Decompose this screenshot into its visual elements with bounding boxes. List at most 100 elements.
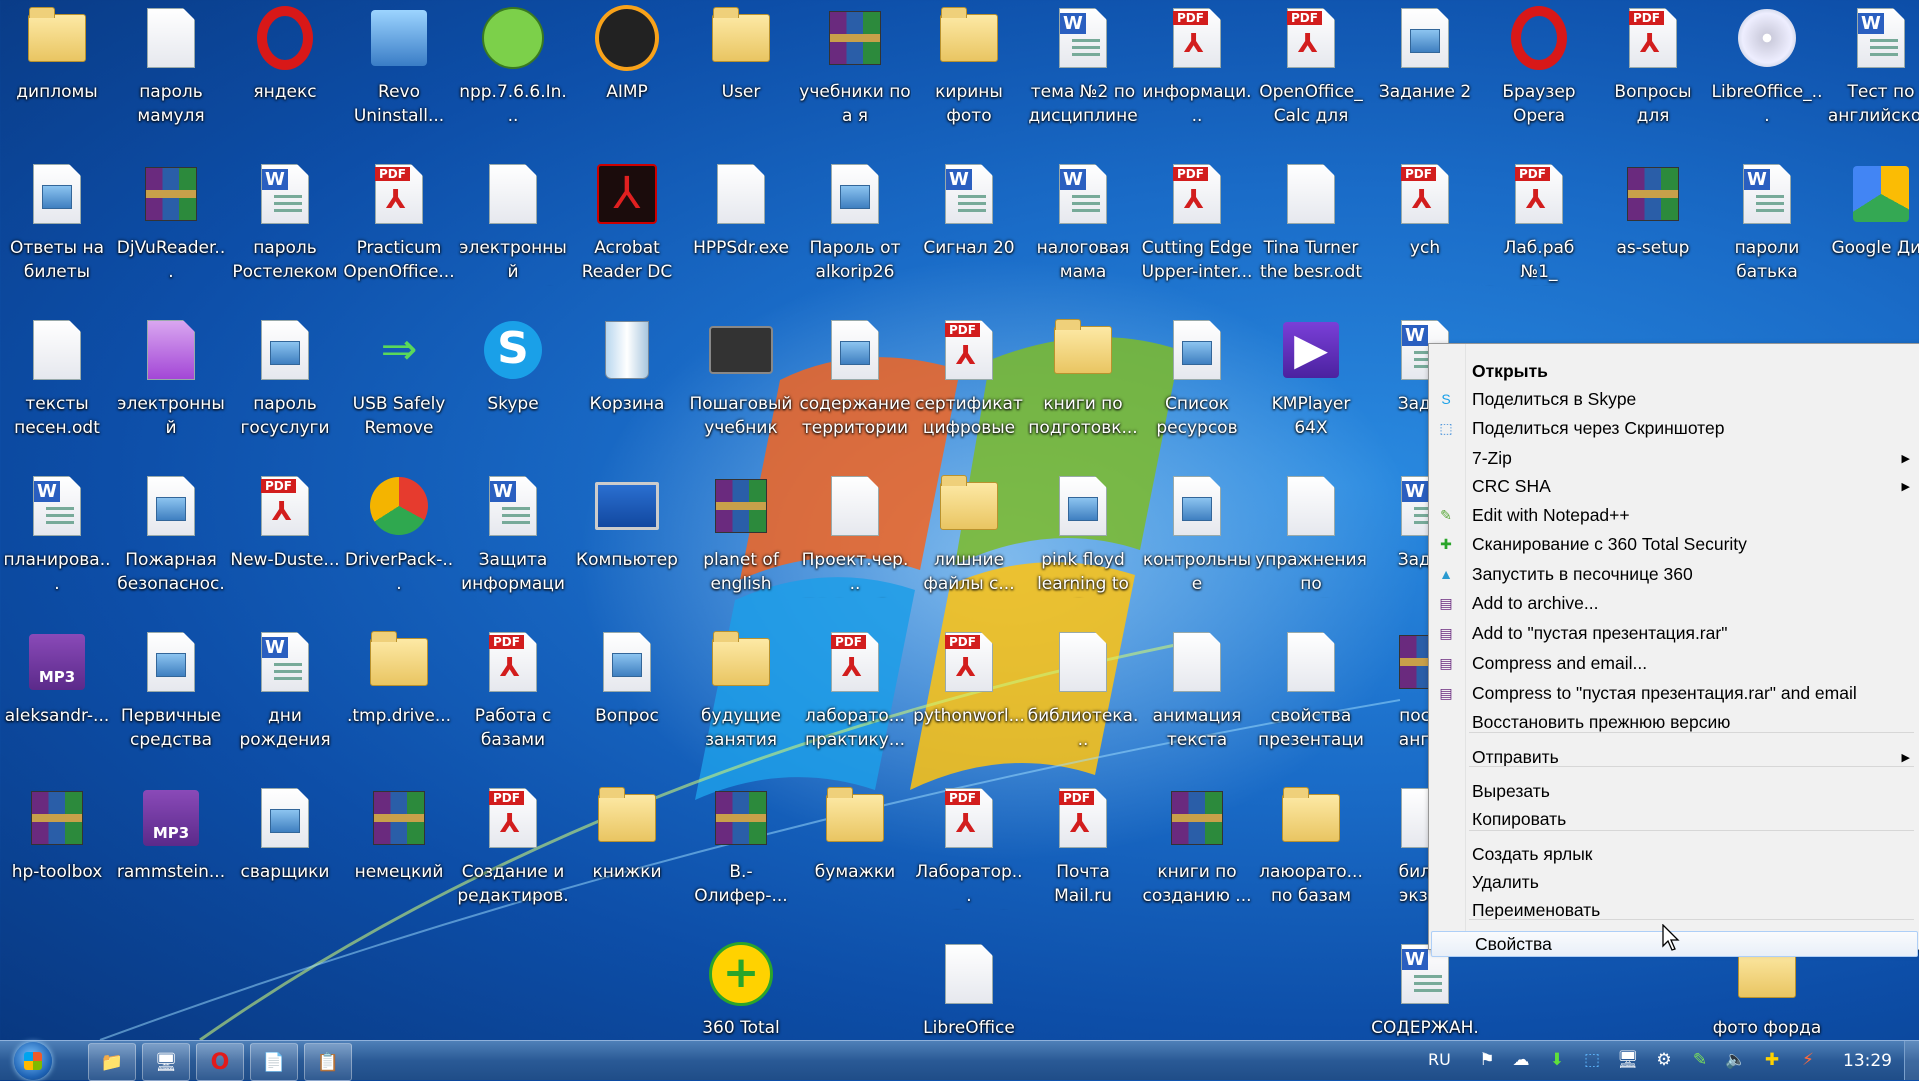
media-center-icon[interactable]: 🖥 xyxy=(142,1043,190,1081)
desktop-icon[interactable]: Cutting Edge Upper-inter... xyxy=(1141,156,1253,306)
desktop-icon[interactable]: электронный журнал xyxy=(115,312,227,462)
context-menu-item[interactable]: ▲ Запустить в песочнице 360 xyxy=(1429,561,1919,587)
desktop-icon[interactable]: Задание 2 xyxy=(1369,0,1481,150)
desktop-icon[interactable]: пароль Ростелеком xyxy=(229,156,341,306)
desktop-icon[interactable]: будущие занятия xyxy=(685,624,797,774)
flag-icon[interactable]: ⚑ xyxy=(1475,1047,1499,1073)
context-menu-item[interactable]: ✎ Edit with Notepad++ xyxy=(1429,502,1919,528)
desktop-icon[interactable]: User xyxy=(685,0,797,150)
desktop-icon[interactable]: pythonworl... xyxy=(913,624,1025,774)
desktop-icon[interactable]: Тест по английском xyxy=(1825,0,1919,150)
context-menu-item[interactable]: Копировать xyxy=(1429,806,1919,832)
desktop-icon[interactable]: pink floyd learning to fly xyxy=(1027,468,1139,618)
desktop-icon[interactable]: planet of english xyxy=(685,468,797,618)
desktop-icon[interactable]: информаци... технологии ... xyxy=(1141,0,1253,150)
desktop-icon[interactable]: Лаб.раб №1_ OpenOffice... xyxy=(1483,156,1595,306)
desktop-icon[interactable]: ⇒ USB Safely Remove xyxy=(343,312,455,462)
clock[interactable]: 13:29 xyxy=(1843,1051,1892,1071)
desktop-icon[interactable]: книги по подготовк... xyxy=(1027,312,1139,462)
desktop-icon[interactable]: MP3 aleksandr-... xyxy=(1,624,113,774)
context-menu-item[interactable]: 7-Zip ▶ xyxy=(1429,445,1919,471)
desktop-icon[interactable]: Tina Turner the besr.odt xyxy=(1255,156,1367,306)
context-menu-item[interactable]: ▤ Add to archive... xyxy=(1429,590,1919,616)
desktop-icon[interactable]: Почта Mail.ru xyxy=(1027,780,1139,930)
desktop-icon[interactable]: свойства презентации xyxy=(1255,624,1367,774)
desktop-icon[interactable]: сертификат цифровые ... xyxy=(913,312,1025,462)
presentation-icon[interactable]: 📋 xyxy=(304,1043,352,1081)
desktop-icon[interactable]: электронный журнал.od... xyxy=(457,156,569,306)
desktop-icon[interactable]: DriverPack-... xyxy=(343,468,455,618)
opera-icon[interactable]: O xyxy=(196,1043,244,1081)
desktop-icon[interactable]: лаборато... практику... xyxy=(799,624,911,774)
desktop-icon[interactable]: ⅄ Acrobat Reader DC xyxy=(571,156,683,306)
desktop-icon[interactable]: пароль мамуля xyxy=(115,0,227,150)
context-menu-item[interactable]: ✚ Сканирование с 360 Total Security xyxy=(1429,531,1919,557)
desktop-icon[interactable]: Revo Uninstall... xyxy=(343,0,455,150)
desktop-icon[interactable]: MP3 rammstein... xyxy=(115,780,227,930)
desktop-icon[interactable]: Первичные средства п... xyxy=(115,624,227,774)
context-menu-item[interactable]: CRC SHA ▶ xyxy=(1429,473,1919,499)
cloud-icon[interactable]: ☁ xyxy=(1509,1047,1533,1073)
desktop-icon[interactable]: Пошаговый учебник со... xyxy=(685,312,797,462)
desktop-icon[interactable]: AIMP xyxy=(571,0,683,150)
desktop-icon[interactable]: Лаборатор... работа 6 Те... xyxy=(913,780,1025,930)
explorer-icon[interactable]: 📁 xyxy=(88,1043,136,1081)
desktop-icon[interactable]: учебники по а я xyxy=(799,0,911,150)
desktop-icon[interactable]: .tmp.drive... xyxy=(343,624,455,774)
volume-icon[interactable]: 🔈 xyxy=(1724,1047,1748,1073)
desktop-icon[interactable]: Ответы на билеты xyxy=(1,156,113,306)
desktop-icon[interactable]: упражнения по английс... xyxy=(1255,468,1367,618)
desktop-icon[interactable]: Создание и редактиров... xyxy=(457,780,569,930)
context-menu-item[interactable]: Удалить xyxy=(1429,869,1919,895)
desktop-icon[interactable]: пароли батька xyxy=(1711,156,1823,306)
download-icon[interactable]: ⬇ xyxy=(1545,1047,1569,1073)
desktop-icon[interactable]: лаюорато... по базам д... xyxy=(1255,780,1367,930)
desktop-icon[interactable]: Проект.чер... ПС Октябрь xyxy=(799,468,911,618)
desktop-icon[interactable]: Practicum OpenOffice... xyxy=(343,156,455,306)
desktop-icon[interactable]: LibreOffice xyxy=(913,936,1025,1040)
desktop-icon[interactable]: Список ресурсов п... xyxy=(1141,312,1253,462)
desktop-icon[interactable]: B.-Олифер-... xyxy=(685,780,797,930)
desktop-icon[interactable]: Вопросы для самоконтр... xyxy=(1597,0,1709,150)
context-menu-item[interactable]: ▤ Add to "пустая презентация.rar" xyxy=(1429,620,1919,646)
flash-icon[interactable]: ⚡ xyxy=(1796,1047,1820,1073)
desktop-icon[interactable]: npp.7.6.6.In... xyxy=(457,0,569,150)
desktop-icon[interactable]: Google Дис xyxy=(1825,156,1919,306)
desktop-icon[interactable]: Работа с базами дан... xyxy=(457,624,569,774)
network-icon[interactable]: 🖥 xyxy=(1616,1047,1640,1073)
desktop-icon[interactable]: лишние файлы с... xyxy=(913,468,1025,618)
desktop-icon[interactable]: бумажки xyxy=(799,780,911,930)
desktop-icon[interactable]: книжки xyxy=(571,780,683,930)
desktop-icon[interactable]: книги по созданию ... xyxy=(1141,780,1253,930)
desktop-icon[interactable]: кирины фото xyxy=(913,0,1025,150)
desktop-icon[interactable]: библиотека... xyxy=(1027,624,1139,774)
desktop-icon[interactable]: тема №2 по дисциплине... xyxy=(1027,0,1139,150)
desktop-icon[interactable]: содержание территории xyxy=(799,312,911,462)
context-menu-item[interactable]: ▤ Compress and email... xyxy=(1429,650,1919,676)
desktop-icon[interactable]: дни рождения xyxy=(229,624,341,774)
start-button[interactable] xyxy=(14,1042,52,1080)
desktop-icon[interactable]: яндекс xyxy=(229,0,341,150)
desktop-icon[interactable]: S Skype xyxy=(457,312,569,462)
desktop-icon[interactable]: +360 Total xyxy=(685,936,797,1040)
desktop-icon[interactable]: Компьютер xyxy=(571,468,683,618)
desktop-icon[interactable]: ych xyxy=(1369,156,1481,306)
desktop-icon[interactable]: Браузер Opera xyxy=(1483,0,1595,150)
desktop-icon[interactable]: hp-toolbox xyxy=(1,780,113,930)
desktop-icon[interactable]: сварщики xyxy=(229,780,341,930)
desktop-icon[interactable]: дипломы xyxy=(1,0,113,150)
desktop-icon[interactable]: Вопрос xyxy=(571,624,683,774)
desktop-icon[interactable]: as-setup xyxy=(1597,156,1709,306)
desktop-icon[interactable]: планирова... по информ... xyxy=(1,468,113,618)
desktop-icon[interactable]: Пожарная безопаснос... xyxy=(115,468,227,618)
context-menu-item[interactable]: Вырезать xyxy=(1429,778,1919,804)
desktop-icon[interactable]: LibreOffice_... xyxy=(1711,0,1823,150)
context-menu-item[interactable]: S Поделиться в Skype xyxy=(1429,386,1919,412)
desktop-icon[interactable]: налоговая мама xyxy=(1027,156,1139,306)
desktop-icon[interactable]: DjVuReader... xyxy=(115,156,227,306)
desktop-icon[interactable]: Корзина xyxy=(571,312,683,462)
desktop-icon[interactable]: HPPSdr.exe xyxy=(685,156,797,306)
document-icon[interactable]: 📄 xyxy=(250,1043,298,1081)
desktop-icon[interactable]: ▶ KMPlayer 64X xyxy=(1255,312,1367,462)
context-menu-item[interactable]: ▤ Compress to "пустая презентация.rar" an… xyxy=(1429,680,1919,706)
